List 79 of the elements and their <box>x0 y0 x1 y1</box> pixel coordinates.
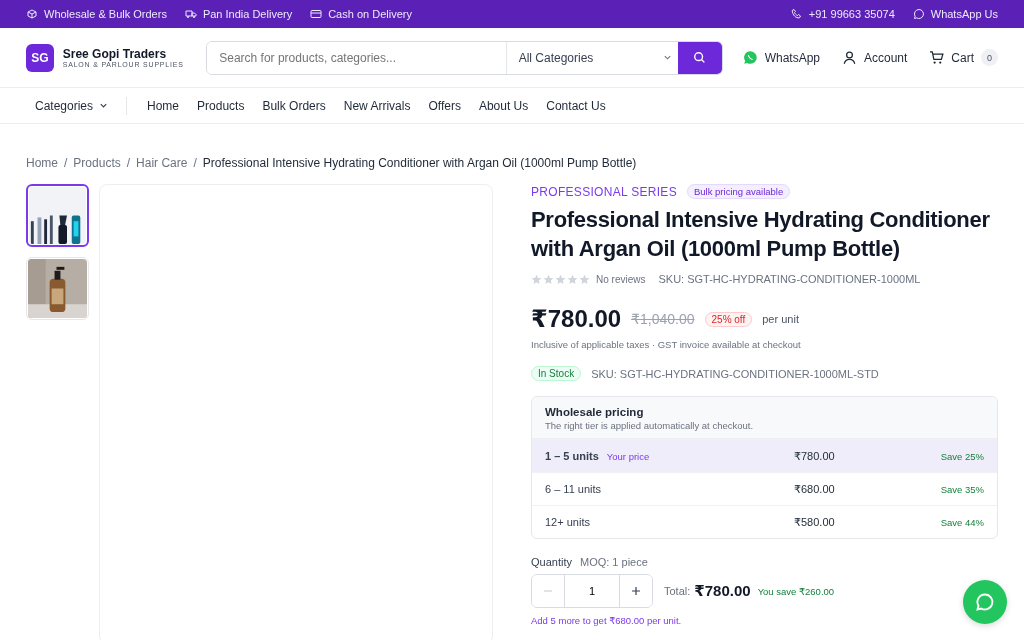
search-button[interactable] <box>677 41 722 74</box>
nav-link[interactable]: Contact Us <box>546 98 606 113</box>
star-icon <box>555 273 566 285</box>
tier-savings: Save 25% <box>939 450 984 462</box>
logo-mark[interactable]: SG <box>26 43 54 72</box>
user-icon <box>842 50 857 65</box>
top-bar-text: Wholesale & Bulk Orders <box>44 8 167 20</box>
your-price-label: Your price <box>606 450 650 462</box>
plus-icon <box>631 586 641 596</box>
stock-badge: In Stock <box>531 366 582 381</box>
star-icon <box>543 273 554 285</box>
nav-link[interactable]: New Arrivals <box>343 98 411 113</box>
breadcrumb-link[interactable]: Hair Care <box>136 156 188 176</box>
tier-price: ₹780.00 <box>794 449 836 463</box>
caret-icon <box>662 53 672 62</box>
variant-sku: SKU: SGT-HC-HYDRATING-CONDITIONER-1000ML-STD <box>591 367 879 380</box>
tier-range: 1 – 5 units <box>545 450 599 462</box>
breadcrumb-separator: / <box>64 156 68 172</box>
savings-note: You save ₹260.00 <box>757 585 835 597</box>
breadcrumb-separator: / <box>193 156 197 172</box>
brand-name: Sree Gopi Traders <box>62 47 168 61</box>
card-subtitle: The right tier is applied automatically at checkout. <box>545 420 755 431</box>
nav-link[interactable]: About Us <box>478 98 529 113</box>
thumbnail[interactable] <box>26 184 89 247</box>
truck-icon <box>184 8 197 20</box>
chat-bubble-icon <box>975 592 995 612</box>
chat-bubble-icon <box>742 50 758 65</box>
cart-icon <box>929 50 945 65</box>
caret-icon <box>99 101 109 110</box>
breadcrumb-separator: / <box>126 156 131 172</box>
product-series: PROFESSIONAL SERIES <box>531 184 677 199</box>
breadcrumb-link[interactable]: Home <box>26 156 58 176</box>
breadcrumb-current: Professional Intensive Hydrating Conditioner with Argan Oil (1000ml Pump Bottle) <box>202 156 637 172</box>
tier-price: ₹680.00 <box>794 482 836 496</box>
header-link[interactable]: Cart 0 <box>929 49 998 66</box>
bulk-pricing-tag: Bulk pricing available <box>686 184 791 199</box>
nav-link[interactable]: Offers <box>428 98 461 113</box>
chat-bubble-icon <box>912 8 925 20</box>
star-icon <box>579 273 590 285</box>
original-price: ₹1,040.00 <box>631 311 695 327</box>
tier-price: ₹580.00 <box>794 515 836 529</box>
top-bar-text: WhatsApp Us <box>930 8 998 20</box>
moq-note: MOQ: 1 piece <box>579 556 648 568</box>
top-bar-text: Pan India Delivery <box>202 8 293 20</box>
tax-note: Inclusive of applicable taxes · GST invoice available at checkout <box>531 339 802 350</box>
tier-savings: Save 35% <box>939 483 984 495</box>
total-price: ₹780.00 <box>694 582 751 600</box>
card-title: Wholesale pricing <box>545 406 645 418</box>
upsell-hint: Add 5 more to get ₹680.00 per unit. <box>531 615 683 626</box>
phone-icon <box>790 8 803 20</box>
star-icon <box>531 273 542 285</box>
search-field[interactable]: Search for products, categories... All Categories <box>206 40 723 75</box>
review-count: No reviews <box>596 273 646 285</box>
top-bar-text: Cash on Delivery <box>328 8 412 20</box>
quantity-label: Quantity <box>531 556 572 568</box>
total-label: Total: <box>664 585 691 597</box>
tier-range: 6 – 11 units <box>545 483 602 495</box>
search-icon <box>693 51 707 64</box>
product-title: Professional Intensive Hydrating Conditioner with Argan Oil (1000ml Pump Bottle) <box>531 206 991 263</box>
price: ₹780.00 <box>531 305 622 333</box>
tier-savings: Save 44% <box>939 516 984 528</box>
top-bar-text: +91 99663 35074 <box>808 8 895 20</box>
star-icon <box>567 273 578 285</box>
header-link[interactable]: Account <box>842 50 908 65</box>
tier-range: 12+ units <box>545 516 590 528</box>
breadcrumb-link[interactable]: Products <box>73 156 121 176</box>
nav-link[interactable]: Home <box>147 98 180 113</box>
nav-link[interactable]: Bulk Orders <box>262 98 326 113</box>
category-select[interactable]: All Categories <box>505 41 678 74</box>
cart-count: 0 <box>981 49 998 66</box>
quantity-stepper[interactable]: 1 <box>531 574 653 608</box>
header-link[interactable]: WhatsApp <box>742 50 820 65</box>
card-icon <box>310 8 323 20</box>
price-unit: per unit <box>762 313 799 325</box>
discount-badge: 25% off <box>704 311 753 327</box>
nav-link[interactable]: Products <box>197 98 245 113</box>
categories-menu[interactable]: Categories <box>35 96 128 115</box>
product-sku: SKU: SGT-HC-HYDRATING-CONDITIONER-1000ML <box>658 273 921 285</box>
box-icon <box>26 8 38 20</box>
